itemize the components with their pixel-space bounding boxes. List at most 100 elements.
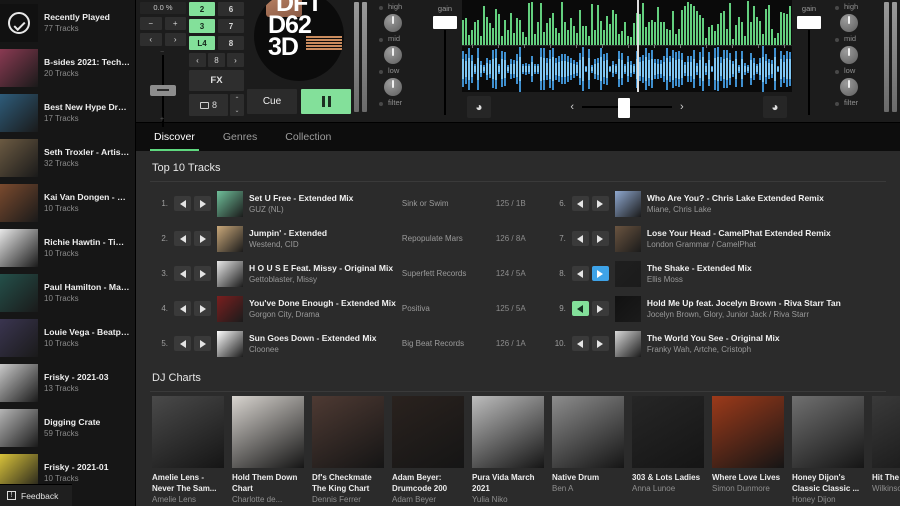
load-right-deck-button[interactable] xyxy=(591,336,609,351)
pitch-plus-button[interactable]: + xyxy=(164,16,186,30)
load-left-deck-button[interactable] xyxy=(174,336,191,351)
crossfader-track[interactable] xyxy=(582,98,672,118)
load-deck-buttons[interactable] xyxy=(174,196,211,211)
load-right-deck-button[interactable] xyxy=(591,196,609,211)
dj-chart-card[interactable]: Hold Them Down Chart Charlotte de... xyxy=(232,396,304,505)
dj-chart-card[interactable]: Pura Vida March 2021 Yulia Niko xyxy=(472,396,544,505)
loop-up-icon[interactable]: ⌃ xyxy=(234,96,239,103)
sidebar-playlist-item[interactable]: Digging Crate 59 Tracks xyxy=(0,405,135,450)
load-right-deck-button[interactable] xyxy=(194,231,211,246)
table-row[interactable]: 2. Jumpin' - Extended Westend, CID Repopula… xyxy=(146,221,544,256)
hotcue-button[interactable]: 7 xyxy=(218,19,244,33)
sidebar-playlist-item[interactable]: Kai Van Dongen - Motiv...10 Tracks xyxy=(0,180,135,225)
crossfader[interactable]: ‹ › xyxy=(496,98,758,118)
sidebar-playlist-item[interactable]: Paul Hamilton - March ..10 Tracks xyxy=(0,270,135,315)
load-deck-buttons[interactable] xyxy=(571,196,609,211)
load-left-deck-button[interactable] xyxy=(571,301,589,316)
waveform-deck-b[interactable] xyxy=(462,46,792,92)
load-right-deck-button[interactable] xyxy=(194,301,211,316)
load-left-deck-button[interactable] xyxy=(174,196,191,211)
load-deck-buttons[interactable] xyxy=(174,231,211,246)
eq-mid-knob-right[interactable] xyxy=(840,46,858,64)
load-right-deck-button[interactable] xyxy=(591,266,609,281)
load-left-deck-button[interactable] xyxy=(174,301,191,316)
play-pause-button[interactable] xyxy=(301,89,351,114)
table-row[interactable]: 5. Sun Goes Down - Extended Mix Cloonee Big… xyxy=(146,326,544,361)
gain-left[interactable]: gain xyxy=(428,0,462,122)
fx-button[interactable]: FX xyxy=(189,70,244,91)
eq-mid-knob-left[interactable] xyxy=(384,46,402,64)
loop-button[interactable]: 8 xyxy=(189,94,228,116)
eq-high-knob-left[interactable] xyxy=(384,14,402,32)
dj-chart-card[interactable]: Adam Beyer: Drumcode 200 Adam Beyer xyxy=(392,396,464,505)
gain-right[interactable]: gain xyxy=(792,0,826,122)
crossfader-knob[interactable] xyxy=(618,98,630,118)
table-row[interactable]: 6. Who Are You? - Chris Lake Extended Rem… xyxy=(544,186,900,221)
gain-knob-left[interactable] xyxy=(433,16,457,29)
load-right-deck-button[interactable] xyxy=(591,231,609,246)
loop-control[interactable]: 8 ⌃ ⌄ xyxy=(189,94,244,116)
table-row[interactable]: 9. Hold Me Up feat. Jocelyn Brown - Riva … xyxy=(544,291,900,326)
dj-chart-card[interactable]: Df's Checkmate The King Chart Dennis Ferr… xyxy=(312,396,384,505)
pitch-minus-button[interactable]: − xyxy=(140,16,162,30)
table-row[interactable]: 3. H O U S E Feat. Missy - Original Mix Ge… xyxy=(146,256,544,291)
hotcue-button[interactable]: 6 xyxy=(218,2,244,16)
table-row[interactable]: 10. The World You See - Original Mix Frank… xyxy=(544,326,900,361)
hotcue-button[interactable]: 3 xyxy=(189,19,215,33)
cue-button[interactable]: Cue xyxy=(247,89,297,114)
sidebar-playlist-item[interactable]: Recently Played 77 Tracks xyxy=(0,0,135,45)
crossfader-next-icon[interactable]: › xyxy=(680,101,684,113)
table-row[interactable]: 1. Set U Free - Extended Mix GUZ (NL) Sink … xyxy=(146,186,544,221)
load-left-deck-button[interactable] xyxy=(571,336,589,351)
headphones-icon-right[interactable]: ◕ xyxy=(763,96,787,118)
load-deck-buttons[interactable] xyxy=(174,336,211,351)
hotcue-grid[interactable]: 2 6 3 7 L4 8 xyxy=(189,2,244,50)
feedback-button[interactable]: ! Feedback xyxy=(0,484,72,506)
load-deck-buttons[interactable] xyxy=(571,336,609,351)
browser-tabs[interactable]: Discover Genres Collection xyxy=(136,123,900,151)
load-left-deck-button[interactable] xyxy=(174,231,191,246)
dj-chart-card[interactable]: 303 & Lots Ladies Anna Lunoe xyxy=(632,396,704,505)
sidebar-playlist-item[interactable]: Seth Troxler - Artist ... 32 Tracks xyxy=(0,135,135,180)
sidebar-playlist-item[interactable]: B-sides 2021: Techno (..20 Tracks xyxy=(0,45,135,90)
beat-nav[interactable]: ‹ 8 › xyxy=(189,53,244,67)
sidebar-playlist-item[interactable]: Richie Hawtin - Time W...10 Tracks xyxy=(0,225,135,270)
gain-knob-right[interactable] xyxy=(797,16,821,29)
load-deck-buttons[interactable] xyxy=(571,301,609,316)
waveform-deck-a[interactable] xyxy=(462,0,792,46)
sidebar-playlist-item[interactable]: Frisky - 2021-03 13 Tracks xyxy=(0,360,135,405)
table-row[interactable]: 8. The Shake - Extended Mix Ellis Moss xyxy=(544,256,900,291)
load-deck-buttons[interactable] xyxy=(571,266,609,281)
tab-discover[interactable]: Discover xyxy=(146,123,203,151)
load-left-deck-button[interactable] xyxy=(571,266,589,281)
eq-low-knob-right[interactable] xyxy=(840,78,858,96)
tab-genres[interactable]: Genres xyxy=(215,123,265,151)
table-row[interactable]: 7. Lose Your Head - CamelPhat Extended Re… xyxy=(544,221,900,256)
load-right-deck-button[interactable] xyxy=(591,301,609,316)
pitch-fader[interactable]: − + xyxy=(140,49,186,127)
load-right-deck-button[interactable] xyxy=(194,196,211,211)
loop-stepper[interactable]: ⌃ ⌄ xyxy=(230,94,244,116)
deck-platter-artwork[interactable]: DFT D62 3D xyxy=(254,0,344,81)
load-deck-buttons[interactable] xyxy=(174,301,211,316)
dj-chart-card[interactable]: Amelie Lens - Never The Sam... Amelie Len… xyxy=(152,396,224,505)
load-deck-buttons[interactable] xyxy=(174,266,211,281)
headphones-icon-left[interactable]: ◕ xyxy=(467,96,491,118)
dj-chart-card[interactable]: Native Drum Ben A xyxy=(552,396,624,505)
eq-high-knob-right[interactable] xyxy=(840,14,858,32)
dj-chart-card[interactable]: Honey Dijon's Classic Classic ... Honey D… xyxy=(792,396,864,505)
beat-next-button[interactable]: › xyxy=(227,53,244,67)
load-deck-buttons[interactable] xyxy=(571,231,609,246)
prev-track-button[interactable]: ‹ xyxy=(140,32,162,46)
sidebar-playlist-item[interactable]: Louie Vega - Beatport .. 10 Tracks xyxy=(0,315,135,360)
sidebar-playlists[interactable]: Recently Played 77 Tracks B-sides 2021: Te… xyxy=(0,0,136,506)
load-left-deck-button[interactable] xyxy=(174,266,191,281)
eq-low-knob-left[interactable] xyxy=(384,78,402,96)
load-left-deck-button[interactable] xyxy=(571,231,589,246)
browser-scroll[interactable]: Top 10 Tracks 1. Set U Free - Extended Mi… xyxy=(136,151,900,506)
hotcue-button[interactable]: 2 xyxy=(189,2,215,16)
dj-chart-card[interactable]: Where Love Lives Simon Dunmore xyxy=(712,396,784,505)
load-right-deck-button[interactable] xyxy=(194,266,211,281)
crossfader-prev-icon[interactable]: ‹ xyxy=(570,101,574,113)
hotcue-button[interactable]: L4 xyxy=(189,36,215,50)
